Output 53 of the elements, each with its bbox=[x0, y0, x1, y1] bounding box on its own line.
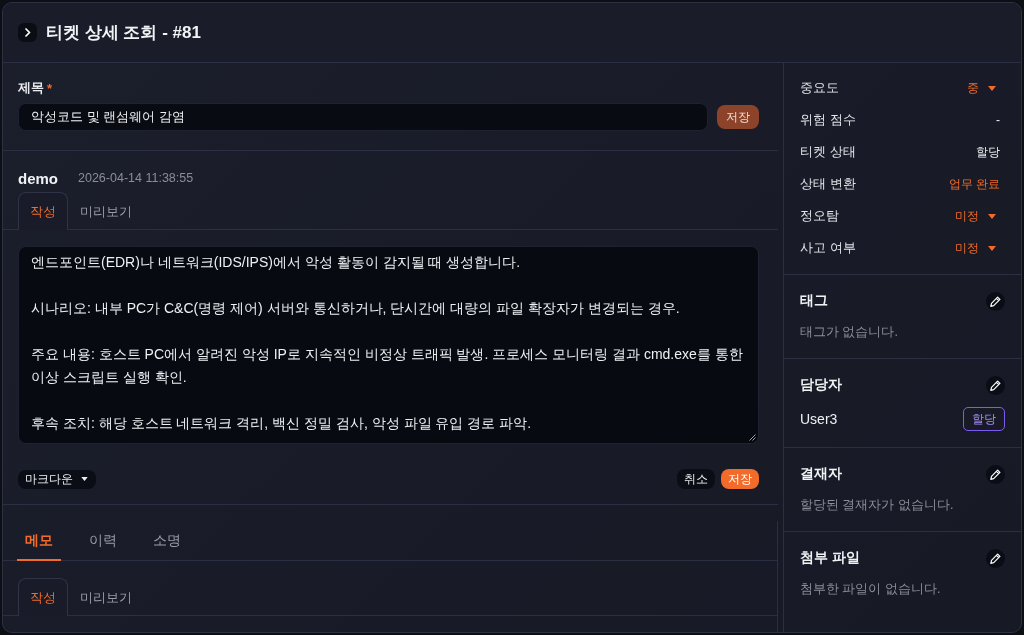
field-label: 제목 bbox=[18, 79, 44, 97]
section-title: 담당자 bbox=[800, 376, 842, 394]
resize-grip-icon[interactable] bbox=[749, 434, 756, 441]
pencil-icon bbox=[990, 468, 1001, 480]
timestamp: 2026-04-14 11:38:55 bbox=[78, 171, 194, 185]
property-dropdown[interactable]: 미정 bbox=[955, 239, 996, 257]
property-value: 할당 bbox=[976, 143, 1000, 161]
empty-message: 할당된 결재자가 없습니다. bbox=[800, 497, 955, 514]
caret-down-icon bbox=[988, 245, 996, 251]
empty-message: 태그가 없습니다. bbox=[800, 324, 899, 341]
caret-down-icon bbox=[81, 477, 88, 481]
edit-button[interactable] bbox=[986, 548, 1005, 568]
tab[interactable]: 작성 bbox=[18, 192, 68, 230]
format-dropdown[interactable]: 마크다운 bbox=[18, 469, 96, 489]
caret-down-icon bbox=[988, 213, 996, 219]
empty-message: 첨부한 파일이 없습니다. bbox=[800, 581, 942, 598]
property-value: - bbox=[996, 113, 1000, 127]
section-title: 결재자 bbox=[800, 465, 842, 483]
pencil-icon bbox=[990, 552, 1001, 564]
chevron-right-icon bbox=[24, 28, 31, 37]
title-input[interactable]: 악성코드 및 랜섬웨어 감염 bbox=[18, 103, 708, 131]
tab[interactable]: 메모 bbox=[17, 521, 61, 561]
required-mark: * bbox=[47, 80, 53, 96]
caret-down-icon bbox=[988, 85, 996, 91]
cancel-button[interactable]: 취소 bbox=[677, 469, 715, 489]
save-button[interactable]: 저장 bbox=[721, 469, 759, 489]
tab[interactable]: 미리보기 bbox=[68, 192, 144, 230]
assignee-name: User3 bbox=[800, 411, 838, 427]
property-label: 티켓 상태 bbox=[800, 143, 856, 161]
edit-button[interactable] bbox=[986, 464, 1005, 484]
pencil-icon bbox=[990, 379, 1001, 391]
tab[interactable]: 작성 bbox=[18, 578, 68, 616]
section-title: 태그 bbox=[800, 292, 828, 310]
property-dropdown[interactable]: 중 bbox=[967, 79, 996, 97]
tab[interactable]: 소명 bbox=[145, 521, 189, 561]
tab[interactable]: 미리보기 bbox=[68, 578, 144, 616]
property-label: 사고 여부 bbox=[800, 239, 856, 257]
property-label: 위험 점수 bbox=[800, 111, 856, 129]
page-title: 티켓 상세 조회 - #81 bbox=[46, 22, 201, 44]
status-badge: 할당 bbox=[963, 407, 1005, 431]
author-name: demo bbox=[18, 169, 58, 187]
pencil-icon bbox=[990, 295, 1001, 307]
tab[interactable]: 이력 bbox=[81, 521, 125, 561]
property-label: 정오탐 bbox=[800, 207, 839, 225]
edit-button[interactable] bbox=[986, 375, 1005, 395]
edit-button[interactable] bbox=[986, 291, 1005, 311]
property-label: 상태 변환 bbox=[800, 175, 856, 193]
property-label: 중요도 bbox=[800, 79, 839, 97]
chevron-button[interactable] bbox=[18, 23, 37, 42]
property-dropdown[interactable]: 미정 bbox=[955, 207, 996, 225]
status-link[interactable]: 업무 완료 bbox=[948, 175, 1000, 193]
comment-textarea[interactable]: 엔드포인트(EDR)나 네트워크(IDS/IPS)에서 악성 활동이 감지될 때 생성합니다. 시나리오: 내부 PC가 C&C(명령 제어) 서버와 통신하거나, 단시간에 대량의 파일 확장자가 변경되는 경우. 주요 내용: 호스트 PC에서 알려진 악성 IP로 지속적인 비정상 트래픽 발생. 프로세스 모니터링 결과 cmd.exe를 통한 이상 스크립트 실행 확인. 후속 조치: 해당 호스트 네트워크 격리, 백신 정밀 검사, 악성 파일 유입 경로 파악. bbox=[18, 246, 759, 444]
section-title: 첨부 파일 bbox=[800, 549, 860, 567]
